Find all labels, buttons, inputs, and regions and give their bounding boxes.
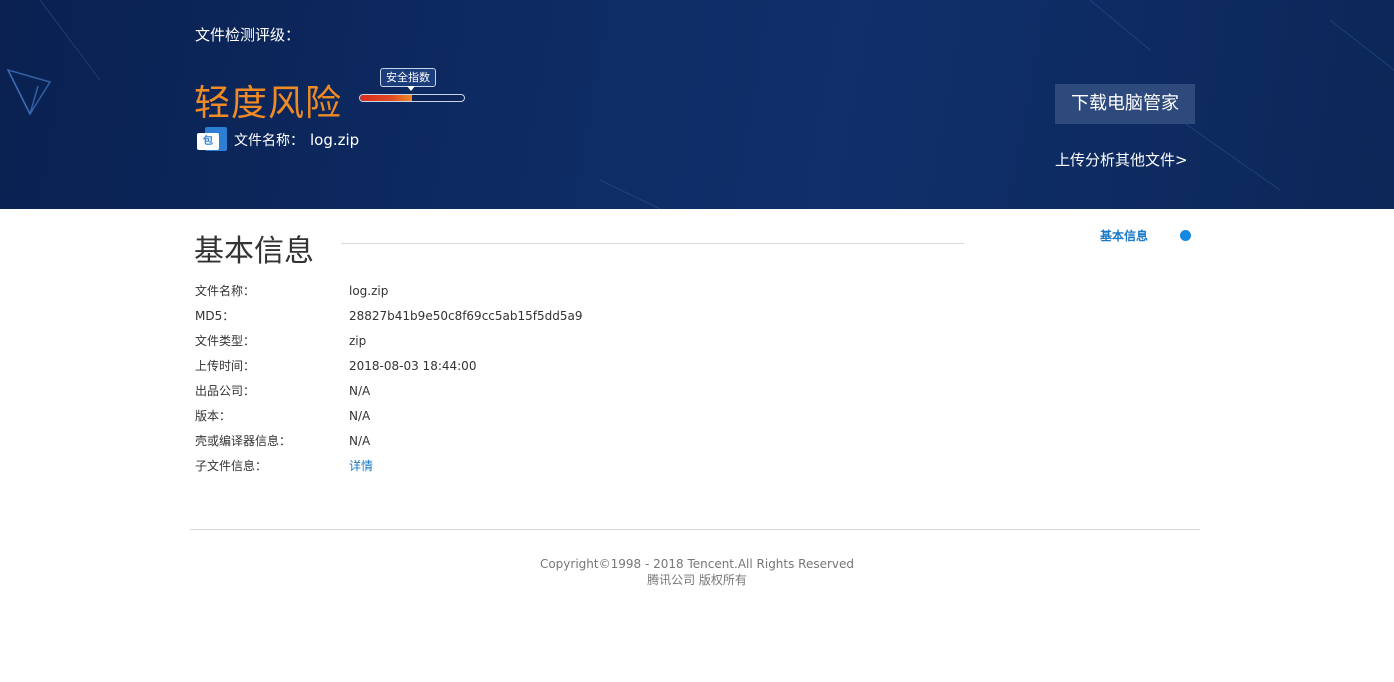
upload-other-file-link[interactable]: 上传分析其他文件> (1055, 149, 1188, 170)
info-key: 出品公司： (195, 384, 256, 398)
info-key: 上传时间： (195, 359, 256, 373)
info-row-publisher: 出品公司： N/A (195, 378, 582, 403)
download-pc-manager-button[interactable]: 下载电脑管家 (1055, 84, 1195, 124)
info-value: N/A (349, 408, 371, 423)
info-value: 28827b41b9e50c8f69cc5ab15f5dd5a9 (349, 308, 583, 323)
safety-index-bar (359, 94, 465, 102)
company-rights-text: 腾讯公司 版权所有 (647, 573, 747, 587)
section-title: 基本信息 (194, 234, 314, 269)
safety-index-fill (360, 95, 412, 101)
footer-divider (190, 529, 1200, 530)
info-value: N/A (349, 433, 371, 448)
result-banner: 文件检测评级： 轻度风险 安全指数 包 文件名称： log.zip 下载电脑管家… (0, 0, 1394, 209)
rating-label: 文件检测评级： (195, 26, 301, 44)
info-key: 文件类型： (195, 334, 256, 348)
footer: Copyright©1998 - 2018 Tencent.All Rights… (0, 556, 1394, 588)
copyright-text: Copyright©1998 - 2018 Tencent.All Rights… (539, 557, 855, 571)
tooltip-arrow-icon (407, 86, 415, 91)
file-name-row: 包 文件名称： log.zip (197, 127, 359, 153)
info-row-file-name: 文件名称： log.zip (195, 278, 582, 303)
info-row-upload-time: 上传时间： 2018-08-03 18:44:00 (195, 353, 582, 378)
info-value: 2018-08-03 18:44:00 (349, 358, 477, 373)
file-name-label: 文件名称： (234, 133, 304, 149)
side-nav-basic-info[interactable]: 基本信息 (1100, 227, 1192, 244)
info-key: 子文件信息： (195, 459, 268, 473)
package-file-icon: 包 (197, 127, 229, 153)
info-row-version: 版本： N/A (195, 403, 582, 428)
basic-info-table: 文件名称： log.zip MD5： 28827b41b9e50c8f69cc5… (195, 278, 582, 478)
risk-level: 轻度风险 (194, 83, 343, 124)
info-key: 文件名称： (195, 284, 256, 298)
info-row-md5: MD5： 28827b41b9e50c8f69cc5ab15f5dd5a9 (195, 303, 582, 328)
info-row-subfiles: 子文件信息： 详情 (195, 453, 582, 478)
info-row-file-type: 文件类型： zip (195, 328, 582, 353)
safety-index-label: 安全指数 (380, 68, 436, 87)
info-value: log.zip (349, 283, 389, 298)
file-name-value: log.zip (310, 131, 360, 149)
side-nav-label[interactable]: 基本信息 (1100, 227, 1148, 244)
safety-index-meter: 安全指数 (359, 68, 465, 104)
subfile-details-link[interactable]: 详情 (349, 457, 373, 474)
info-key: 壳或编译器信息： (195, 434, 292, 448)
info-row-packer: 壳或编译器信息： N/A (195, 428, 582, 453)
section-divider (341, 243, 964, 244)
info-key: MD5： (195, 309, 235, 323)
nav-dot-icon[interactable] (1180, 230, 1192, 241)
info-key: 版本： (195, 409, 232, 423)
info-value: zip (349, 333, 367, 348)
info-value: N/A (349, 383, 371, 398)
